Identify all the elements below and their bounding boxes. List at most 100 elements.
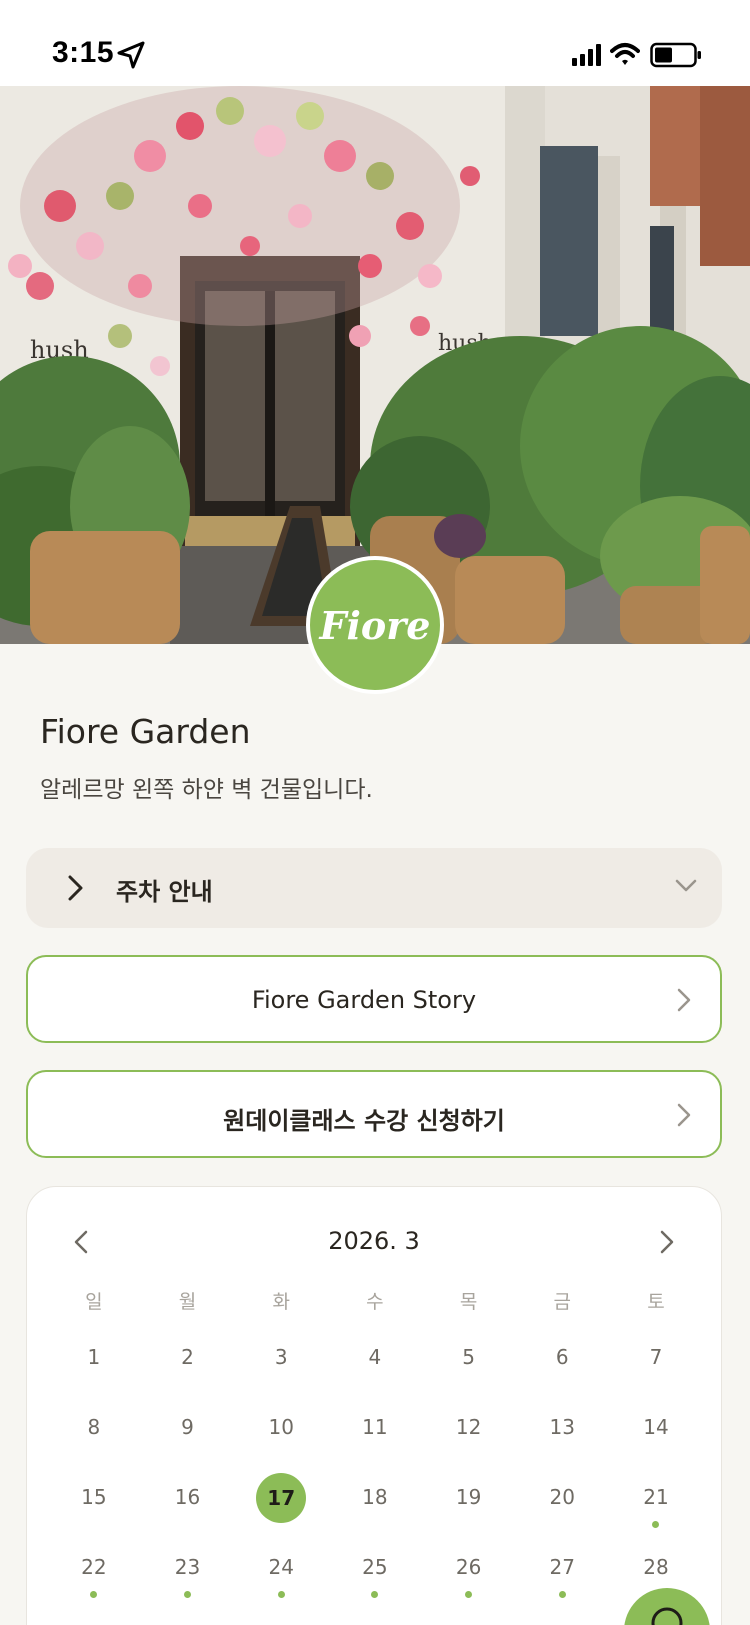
- calendar-day-number: 25: [362, 1555, 388, 1579]
- calendar-day-7[interactable]: 7: [609, 1327, 703, 1397]
- calendar-day-6[interactable]: 6: [515, 1327, 609, 1397]
- calendar-day-number: 10: [268, 1415, 294, 1439]
- chat-icon: [651, 1607, 683, 1625]
- calendar-day-number: 2: [181, 1345, 194, 1369]
- event-dot-indicator: [184, 1591, 192, 1598]
- calendar-week-row: 1 2 3 4 5 6 7: [47, 1327, 703, 1397]
- event-dot-indicator: [558, 1591, 566, 1598]
- calendar-day-number: 7: [649, 1345, 663, 1369]
- calendar-day-number: 17: [256, 1473, 307, 1523]
- shop-logo: Fiore: [306, 556, 444, 694]
- calendar-day-number: 24: [268, 1555, 294, 1579]
- class-apply-label: 원데이클래스 수강 신청하기: [223, 1107, 505, 1135]
- calendar-day-number: 22: [81, 1555, 107, 1579]
- calendar-day-9[interactable]: 9: [141, 1397, 235, 1467]
- calendar-day-14[interactable]: 14: [609, 1397, 703, 1467]
- location-arrow-icon: [117, 41, 145, 69]
- calendar-day-23[interactable]: 23: [141, 1537, 235, 1607]
- calendar-day-number: 23: [174, 1555, 201, 1579]
- calendar-day-number: 14: [643, 1415, 669, 1439]
- class-apply-button[interactable]: 원데이클래스 수강 신청하기: [26, 1070, 722, 1158]
- calendar-day-4[interactable]: 4: [328, 1327, 422, 1397]
- calendar-day-5[interactable]: 5: [422, 1327, 516, 1397]
- calendar-day-8[interactable]: 8: [47, 1397, 141, 1467]
- calendar-day-number: 21: [643, 1485, 669, 1509]
- calendar-day-number: 28: [643, 1555, 669, 1579]
- status-bar: 3:15: [0, 0, 750, 86]
- calendar-day-19[interactable]: 19: [422, 1467, 516, 1537]
- parking-info-accordion[interactable]: 주차 안내: [26, 848, 722, 928]
- calendar-day-22[interactable]: 22: [47, 1537, 141, 1607]
- weekday-label: 토: [647, 1291, 665, 1313]
- calendar-day-number: 5: [462, 1345, 475, 1369]
- calendar-day-number: 19: [455, 1485, 482, 1509]
- calendar-day-number: 26: [455, 1555, 482, 1579]
- calendar-day-13[interactable]: 13: [515, 1397, 609, 1467]
- weekday-label: 금: [553, 1291, 572, 1313]
- calendar-day-18[interactable]: 18: [328, 1467, 422, 1537]
- calendar-day-number: 15: [81, 1485, 107, 1509]
- chevron-down-icon: [675, 879, 697, 892]
- calendar-day-number: 11: [362, 1415, 388, 1439]
- weekday-label: 화: [272, 1291, 290, 1313]
- parking-info-label: 주차 안내: [116, 878, 213, 906]
- calendar-grid: 일 월 화 수 목 금 토 1 2 3 4 5 6 7 8 9 10 11 12 13 14 15 16 17 1…: [47, 1285, 703, 1607]
- calendar-day-10[interactable]: 10: [234, 1397, 328, 1467]
- calendar-day-number: 13: [549, 1415, 575, 1439]
- shop-logo-text: Fiore: [319, 602, 431, 648]
- calendar-weekday-header: 일 월 화 수 목 금 토: [47, 1285, 703, 1327]
- battery-icon: [650, 42, 701, 68]
- garden-story-button[interactable]: Fiore Garden Story: [26, 955, 722, 1043]
- calendar-day-number: 9: [181, 1415, 194, 1439]
- calendar-week-row: 15 16 17 18 19 20 21: [47, 1467, 703, 1537]
- weekday-label: 목: [459, 1291, 478, 1313]
- weekday-label: 수: [366, 1291, 384, 1313]
- event-dot-indicator: [652, 1521, 660, 1528]
- calendar-week-row: 8 9 10 11 12 13 14: [47, 1397, 703, 1467]
- cellular-signal-icon: [572, 44, 601, 66]
- shop-description: 알레르망 왼쪽 하얀 벽 건물입니다.: [40, 777, 373, 803]
- chevron-right-icon: [677, 988, 691, 1012]
- event-dot-indicator: [371, 1591, 379, 1598]
- calendar-day-16[interactable]: 16: [141, 1467, 235, 1537]
- calendar-day-number: 3: [274, 1345, 288, 1369]
- calendar-day-2[interactable]: 2: [141, 1327, 235, 1397]
- calendar-day-1[interactable]: 1: [47, 1327, 141, 1397]
- chevron-right-icon: [677, 1103, 691, 1127]
- weekday-label: 월: [178, 1291, 197, 1313]
- calendar-day-20[interactable]: 20: [515, 1467, 609, 1537]
- event-dot-indicator: [90, 1591, 98, 1598]
- calendar-week-row: 22 23 24 25 26 27 28: [47, 1537, 703, 1607]
- calendar-day-3[interactable]: 3: [234, 1327, 328, 1397]
- calendar-day-26[interactable]: 26: [422, 1537, 516, 1607]
- calendar-day-25[interactable]: 25: [328, 1537, 422, 1607]
- event-dot-indicator: [465, 1591, 473, 1598]
- calendar-day-17[interactable]: 17: [234, 1467, 328, 1537]
- calendar-month-label: 2026. 3: [328, 1227, 420, 1255]
- wifi-icon: [610, 43, 640, 65]
- calendar-day-21[interactable]: 21: [609, 1467, 703, 1537]
- calendar-day-number: 20: [549, 1485, 575, 1509]
- calendar-day-11[interactable]: 11: [328, 1397, 422, 1467]
- calendar-day-number: 1: [87, 1345, 101, 1369]
- calendar-day-number: 4: [368, 1345, 382, 1369]
- event-dot-indicator: [277, 1591, 285, 1598]
- calendar-day-number: 6: [555, 1345, 569, 1369]
- calendar-day-number: 16: [174, 1485, 201, 1509]
- calendar-weeks: 1 2 3 4 5 6 7 8 9 10 11 12 13 14 15 16 17 18 19 20 21 22 23 24 2…: [47, 1327, 703, 1607]
- calendar-day-24[interactable]: 24: [234, 1537, 328, 1607]
- class-calendar: 2026. 3 일 월 화 수 목 금 토 1 2 3 4 5 6 7 8 9 10 11 12 13 1…: [26, 1186, 722, 1625]
- calendar-day-12[interactable]: 12: [422, 1397, 516, 1467]
- calendar-day-27[interactable]: 27: [515, 1537, 609, 1607]
- weekday-label: 일: [85, 1291, 103, 1313]
- next-month-button[interactable]: [659, 1229, 675, 1255]
- shop-title: Fiore Garden: [40, 712, 251, 751]
- calendar-day-15[interactable]: 15: [47, 1467, 141, 1537]
- calendar-day-number: 12: [455, 1415, 482, 1439]
- garden-story-label: Fiore Garden Story: [251, 986, 477, 1014]
- status-time: 3:15: [52, 36, 115, 69]
- app-screen: 3:15 hush hush Fiore Fiore Garden 알레르망 왼…: [0, 0, 750, 1625]
- calendar-day-number: 18: [362, 1485, 388, 1509]
- calendar-day-number: 8: [87, 1415, 101, 1439]
- calendar-day-number: 27: [549, 1555, 575, 1579]
